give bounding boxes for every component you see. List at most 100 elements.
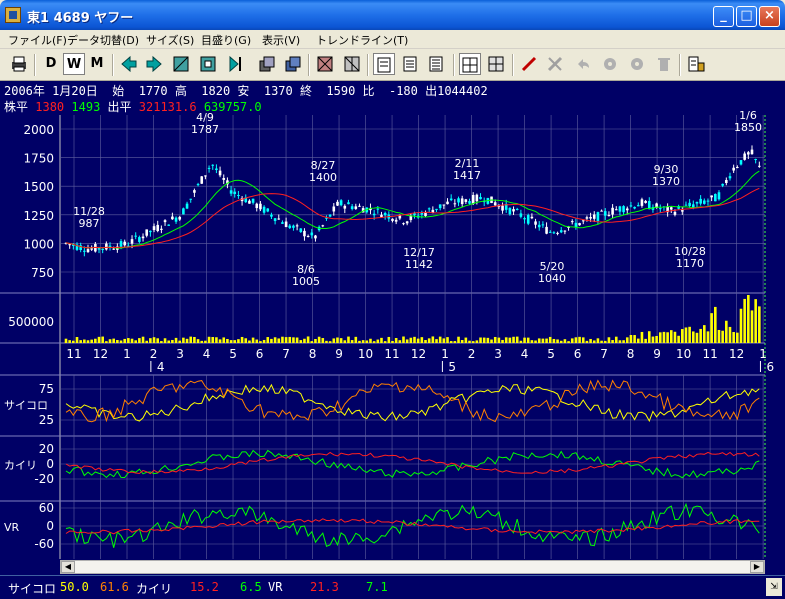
- candle-body: [714, 193, 717, 202]
- candle-body: [248, 200, 251, 204]
- candle-body: [134, 235, 137, 237]
- candle-body: [295, 225, 299, 227]
- erase-line-button[interactable]: [544, 53, 566, 75]
- menu-scale[interactable]: 目盛り(G): [201, 32, 251, 48]
- volume-bar: [350, 340, 354, 343]
- grid-on-button[interactable]: [459, 53, 481, 75]
- volume-bar: [160, 341, 163, 343]
- volume-bar: [644, 338, 647, 343]
- candle-body: [200, 176, 204, 184]
- candle-body: [728, 176, 732, 179]
- volume-bar: [673, 331, 677, 343]
- candle-body: [688, 202, 691, 207]
- draw-line-button[interactable]: [518, 53, 540, 75]
- chart-type-split-button[interactable]: [341, 53, 363, 75]
- close-button[interactable]: ×: [759, 6, 780, 27]
- layout-3-button[interactable]: [425, 53, 447, 75]
- tool-b-button[interactable]: [626, 53, 648, 75]
- annotation-value: 1400: [309, 171, 337, 184]
- layout-2-button[interactable]: [399, 53, 421, 75]
- candle-body: [196, 184, 200, 186]
- candle-body: [174, 217, 178, 222]
- annotation-value: 1370: [652, 175, 680, 188]
- scroll-left-arrow[interactable]: ◀: [61, 561, 75, 573]
- volume-bar: [479, 337, 482, 343]
- saikoro-line: [65, 383, 760, 423]
- annotation-value: 1040: [538, 272, 566, 285]
- toolbar-separator: [453, 54, 455, 76]
- monthly-button[interactable]: M: [86, 53, 108, 75]
- weekly-button[interactable]: W: [63, 53, 85, 75]
- zoom-in-button[interactable]: [197, 53, 219, 75]
- resize-grip-icon[interactable]: ⇲: [766, 578, 782, 596]
- settings-button[interactable]: [685, 53, 707, 75]
- candle-body: [732, 167, 735, 171]
- volume-bar: [376, 339, 380, 343]
- volume-bar: [86, 340, 90, 343]
- toolbar-separator: [679, 54, 681, 76]
- volume-bar: [207, 336, 211, 343]
- scroll-left-button[interactable]: [118, 53, 140, 75]
- month-tick-label: 9: [653, 347, 661, 361]
- scroll-right-arrow[interactable]: ▶: [750, 561, 764, 573]
- volume-bar: [237, 339, 240, 343]
- pen-icon: [521, 56, 537, 72]
- print-button[interactable]: [8, 53, 30, 75]
- delete-button[interactable]: [653, 53, 675, 75]
- volume-bar: [658, 332, 662, 343]
- candle-body: [119, 241, 123, 247]
- chart-type-x-button[interactable]: [314, 53, 336, 75]
- minimize-button[interactable]: _: [713, 6, 734, 27]
- volume-bar: [317, 336, 321, 343]
- jump-end-button[interactable]: [224, 53, 246, 75]
- menu-view[interactable]: 表示(V): [262, 32, 300, 48]
- undo-button[interactable]: [572, 53, 594, 75]
- list-settings-icon: [688, 56, 705, 72]
- volume-bar: [167, 340, 171, 343]
- annotation-value: 1787: [191, 123, 219, 136]
- title-bar[interactable]: 東1 4689 ヤフー _ □ ×: [0, 0, 785, 30]
- candle-body: [288, 225, 292, 228]
- candle-body: [758, 165, 761, 167]
- candle-body: [464, 199, 468, 202]
- candle-body: [710, 195, 713, 198]
- volume-bar: [534, 340, 537, 343]
- candle-body: [262, 206, 266, 213]
- volume-bar: [292, 337, 295, 343]
- volume-bar: [669, 330, 673, 343]
- scroll-right-button[interactable]: [143, 53, 165, 75]
- chart-area[interactable]: 2006年 1月20日 始 1770 高 1820 安 1370 終 1590 …: [0, 81, 785, 599]
- candle-body: [185, 203, 189, 209]
- volume-bar: [97, 336, 101, 343]
- window-tile-button[interactable]: [282, 53, 304, 75]
- daily-button[interactable]: D: [40, 53, 62, 75]
- maximize-button[interactable]: □: [736, 6, 757, 27]
- month-tick-label: 6: [574, 347, 582, 361]
- volume-bar: [688, 326, 691, 343]
- year-tick-label: 5: [448, 360, 456, 374]
- layout-1-button[interactable]: [373, 53, 395, 75]
- zoom-center-icon: [200, 56, 216, 72]
- volume-bar: [515, 336, 519, 343]
- volume-bar: [332, 338, 336, 343]
- volume-bar: [284, 337, 288, 343]
- candle-body: [475, 194, 479, 202]
- menu-file[interactable]: ファイル(F): [8, 32, 67, 48]
- menu-data[interactable]: データ切替(D): [67, 32, 139, 48]
- candle-body: [523, 218, 526, 220]
- volume-bar: [156, 338, 160, 343]
- grid-off-button[interactable]: [485, 53, 507, 75]
- horizontal-scrollbar[interactable]: ◀ ▶: [60, 560, 765, 574]
- menu-size[interactable]: サイズ(S): [146, 32, 194, 48]
- volume-bar: [475, 340, 479, 343]
- candle-body: [607, 214, 611, 217]
- annotation-value: 1005: [292, 275, 320, 288]
- window-cascade-button[interactable]: [256, 53, 278, 75]
- candle-body: [747, 152, 750, 155]
- menu-trendline[interactable]: トレンドライン(T): [316, 32, 408, 48]
- candle-body: [105, 243, 108, 250]
- tool-a-button[interactable]: [599, 53, 621, 75]
- month-tick-label: 1: [441, 347, 449, 361]
- candle-body: [552, 232, 556, 234]
- zoom-out-button[interactable]: [170, 53, 192, 75]
